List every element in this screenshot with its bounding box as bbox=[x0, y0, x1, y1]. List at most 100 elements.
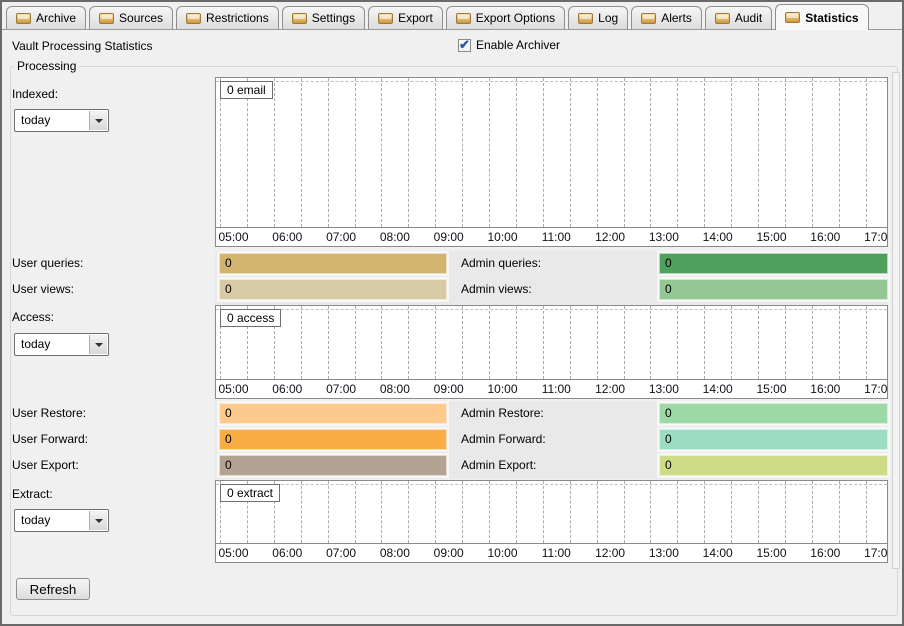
dropdown-button[interactable] bbox=[89, 111, 107, 130]
gridline-vertical bbox=[731, 306, 732, 379]
gridline-vertical bbox=[650, 78, 651, 227]
access-period-dropdown[interactable]: today bbox=[14, 333, 109, 356]
indexed-period-value: today bbox=[21, 113, 50, 127]
gridline-vertical bbox=[516, 306, 517, 379]
extract-period-value: today bbox=[21, 513, 50, 527]
tab-alerts[interactable]: Alerts bbox=[631, 6, 702, 29]
gridline-vertical bbox=[785, 481, 786, 543]
axis-tick-label: 12:00 bbox=[583, 382, 637, 396]
gridline-vertical bbox=[301, 481, 302, 543]
gridline-vertical bbox=[597, 306, 598, 379]
gridline-vertical bbox=[839, 306, 840, 379]
label-user-queries: User queries: bbox=[12, 253, 83, 274]
gridline-vertical bbox=[543, 78, 544, 227]
chevron-down-icon bbox=[95, 519, 103, 523]
chart-indexed: 0 email05:0006:0007:0008:0009:0010:0011:… bbox=[215, 77, 888, 247]
gridline-vertical bbox=[758, 78, 759, 227]
gridline-vertical bbox=[435, 78, 436, 227]
tab-log[interactable]: Log bbox=[568, 6, 628, 29]
axis-tick-label: 14:00 bbox=[691, 382, 745, 396]
axis-tick-label: 07:00 bbox=[314, 382, 368, 396]
tab-restrictions[interactable]: Restrictions bbox=[176, 6, 279, 29]
axis-tick-label: 12:00 bbox=[583, 546, 637, 560]
archive-box-icon bbox=[186, 13, 201, 24]
gridline-vertical bbox=[677, 78, 678, 227]
gridline-vertical bbox=[435, 481, 436, 543]
gridline-vertical bbox=[704, 78, 705, 227]
enable-archiver-label: Enable Archiver bbox=[476, 38, 560, 52]
tab-label: Export bbox=[398, 11, 433, 25]
tab-label: Alerts bbox=[661, 11, 692, 25]
gridline-vertical bbox=[866, 481, 867, 543]
app-window: ArchiveSourcesRestrictions Settings Export… bbox=[0, 0, 904, 626]
tab-label: Export Options bbox=[476, 11, 555, 25]
access-period-value: today bbox=[21, 337, 50, 351]
gridline-vertical bbox=[597, 78, 598, 227]
tab-archive[interactable]: Archive bbox=[6, 6, 86, 29]
axis-tick-label: 14:00 bbox=[691, 230, 745, 244]
axis-tick-label: 11:00 bbox=[529, 382, 583, 396]
gridline-vertical bbox=[812, 78, 813, 227]
axis-tick-label: 16:00 bbox=[798, 230, 852, 244]
axis-tick-label: 13:00 bbox=[637, 230, 691, 244]
dropdown-button[interactable] bbox=[89, 511, 107, 530]
tab-sources[interactable]: Sources bbox=[89, 6, 173, 29]
vertical-scrollbar[interactable] bbox=[892, 72, 900, 569]
gridline-vertical bbox=[866, 306, 867, 379]
chart-legend: 0 extract bbox=[220, 484, 280, 502]
access-label: Access: bbox=[12, 310, 54, 324]
tab-audit[interactable]: Audit bbox=[705, 6, 772, 29]
tab-label: Statistics bbox=[805, 11, 858, 25]
axis-tick-label: 08:00 bbox=[368, 230, 422, 244]
axis-tick-label: 13:00 bbox=[637, 546, 691, 560]
gridline-vertical bbox=[516, 481, 517, 543]
time-axis: 05:0006:0007:0008:0009:0010:0011:0012:00… bbox=[216, 544, 887, 562]
gridline-vertical bbox=[812, 481, 813, 543]
gridline-vertical bbox=[355, 481, 356, 543]
gridline-vertical bbox=[704, 306, 705, 379]
gridline-vertical bbox=[839, 78, 840, 227]
tab-settings[interactable]: Settings bbox=[282, 6, 365, 29]
gridline-horizontal bbox=[216, 81, 887, 82]
axis-tick-label: 16:00 bbox=[798, 382, 852, 396]
gridline-vertical bbox=[462, 481, 463, 543]
gridline-vertical bbox=[408, 306, 409, 379]
axis-tick-label: 05:00 bbox=[216, 382, 261, 396]
gridline-vertical bbox=[650, 306, 651, 379]
gridline-vertical bbox=[624, 481, 625, 543]
gridline-vertical bbox=[381, 481, 382, 543]
indexed-period-dropdown[interactable]: today bbox=[14, 109, 109, 132]
label-user-export: User Export: bbox=[12, 455, 79, 476]
gridline-vertical bbox=[758, 306, 759, 379]
gridline-vertical bbox=[355, 78, 356, 227]
label-admin-queries: Admin queries: bbox=[461, 253, 541, 274]
label-admin-export: Admin Export: bbox=[461, 455, 536, 476]
dropdown-button[interactable] bbox=[89, 335, 107, 354]
archive-box-icon bbox=[641, 13, 656, 24]
gridline-vertical bbox=[624, 306, 625, 379]
axis-tick-label: 11:00 bbox=[529, 230, 583, 244]
gridline-vertical bbox=[570, 78, 571, 227]
extract-period-dropdown[interactable]: today bbox=[14, 509, 109, 532]
stat-bar: 0 bbox=[219, 279, 447, 300]
enable-archiver-checkbox[interactable]: ✔ bbox=[458, 39, 471, 52]
chart-extract: 0 extract 05:0006:0007:0008:0009:0010:001… bbox=[215, 480, 888, 563]
gridline-vertical bbox=[274, 78, 275, 227]
gridline-vertical bbox=[624, 78, 625, 227]
gridline-vertical bbox=[677, 481, 678, 543]
tab-label: Settings bbox=[312, 11, 355, 25]
tab-export-options[interactable]: Export Options bbox=[446, 6, 565, 29]
enable-archiver-row: ✔ Enable Archiver bbox=[458, 38, 560, 52]
gridline-vertical bbox=[650, 481, 651, 543]
axis-tick-label: 05:00 bbox=[216, 230, 261, 244]
label-admin-forward: Admin Forward: bbox=[461, 429, 546, 450]
label-user-views: User views: bbox=[12, 279, 74, 300]
time-axis: 05:0006:0007:0008:0009:0010:0011:0012:00… bbox=[216, 228, 887, 246]
refresh-button[interactable]: Refresh bbox=[16, 578, 90, 600]
tab-statistics[interactable]: Statistics bbox=[775, 4, 868, 30]
processing-groupbox-label: Processing bbox=[14, 59, 79, 73]
stat-bar: 0 bbox=[659, 403, 888, 424]
tab-export[interactable]: Export bbox=[368, 6, 443, 29]
gridline-vertical bbox=[355, 306, 356, 379]
axis-tick-label: 09:00 bbox=[422, 382, 476, 396]
